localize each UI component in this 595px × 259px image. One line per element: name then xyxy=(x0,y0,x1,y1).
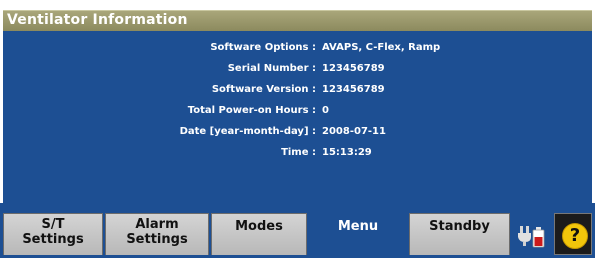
tab-label: Menu xyxy=(337,219,379,234)
info-label: Total Power-on Hours : xyxy=(187,105,316,116)
info-row-time: Time : 15:13:29 xyxy=(3,147,592,163)
tab-label-line1: S/T xyxy=(41,217,65,232)
info-row-date: Date [year-month-day] : 2008-07-11 xyxy=(3,126,592,142)
info-panel: Software Options : AVAPS, C-Flex, Ramp S… xyxy=(3,31,592,203)
info-row-software-version: Software Version : 123456789 xyxy=(3,84,592,100)
tab-st-settings[interactable]: S/T Settings xyxy=(3,213,103,255)
window-title: Ventilator Information xyxy=(7,12,188,28)
tab-label-line2: Settings xyxy=(22,232,84,247)
info-value: 15:13:29 xyxy=(322,147,372,158)
tab-label-line1: Alarm xyxy=(135,217,179,232)
info-row-software-options: Software Options : AVAPS, C-Flex, Ramp xyxy=(3,42,592,58)
info-row-power-on-hours: Total Power-on Hours : 0 xyxy=(3,105,592,121)
info-label: Software Version : xyxy=(211,84,316,95)
help-button[interactable]: ? xyxy=(554,213,592,255)
tab-label-line2: Settings xyxy=(126,232,188,247)
info-label: Serial Number : xyxy=(227,63,316,74)
tab-modes[interactable]: Modes xyxy=(211,213,307,255)
info-row-serial-number: Serial Number : 123456789 xyxy=(3,63,592,79)
info-value: 123456789 xyxy=(322,63,385,74)
info-value: 2008-07-11 xyxy=(322,126,386,137)
info-value: 0 xyxy=(322,105,329,116)
info-value: AVAPS, C-Flex, Ramp xyxy=(322,42,441,53)
info-value: 123456789 xyxy=(322,84,385,95)
info-label: Date [year-month-day] : xyxy=(179,126,316,137)
question-mark-help-icon: ? xyxy=(562,223,588,249)
ac-power-battery-icon xyxy=(512,215,552,255)
tab-standby[interactable]: Standby xyxy=(409,213,510,255)
title-bar: Ventilator Information xyxy=(3,10,592,32)
tab-label: Standby xyxy=(429,219,490,234)
ventilator-screen: Ventilator Information Software Options … xyxy=(0,0,595,258)
info-label: Time : xyxy=(281,147,316,158)
tab-label: Modes xyxy=(235,219,283,234)
tab-menu[interactable]: Menu xyxy=(309,213,407,255)
info-label: Software Options : xyxy=(210,42,316,53)
tab-alarm-settings[interactable]: Alarm Settings xyxy=(105,213,209,255)
